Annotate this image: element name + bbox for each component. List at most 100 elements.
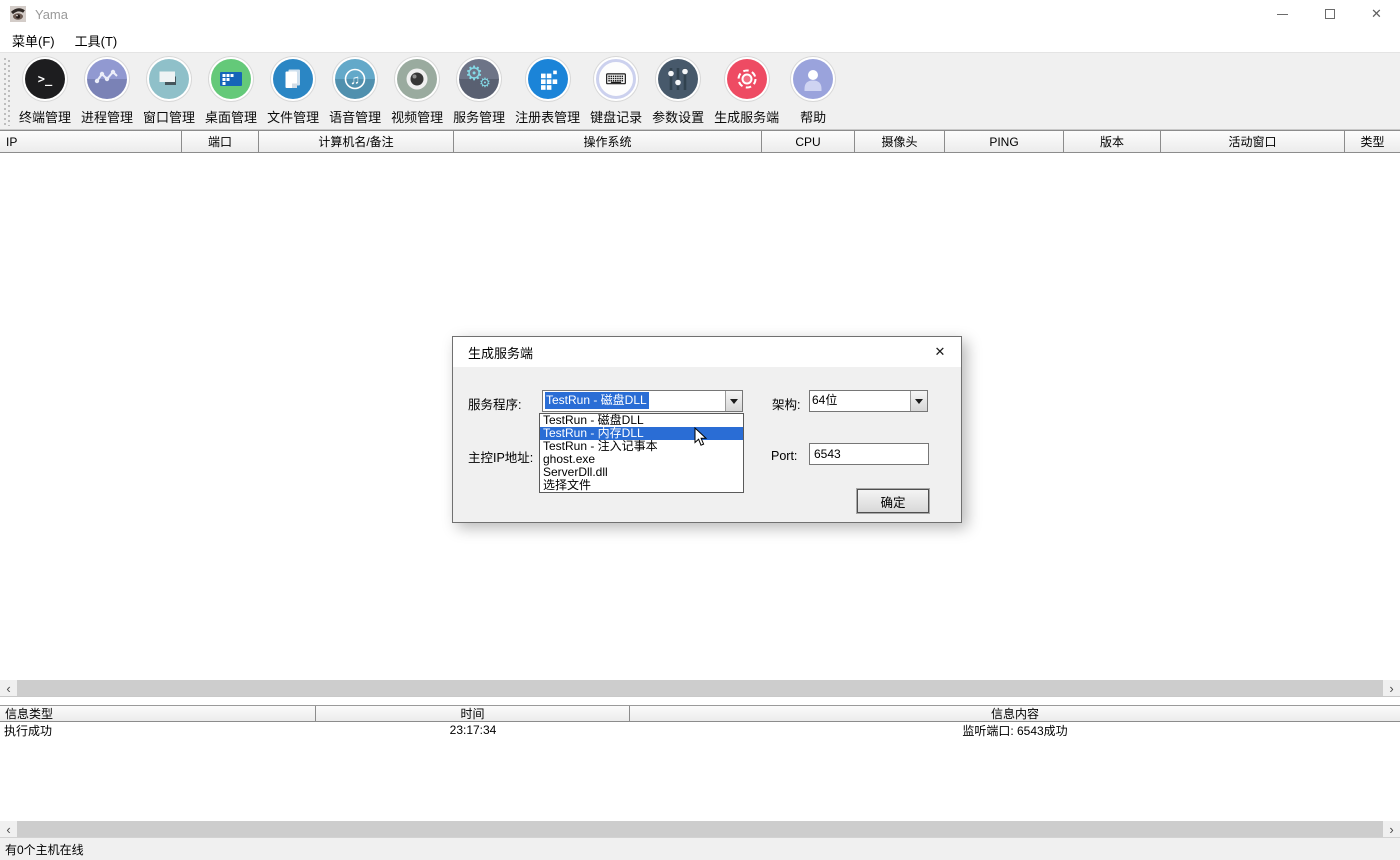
maximize-button[interactable] (1306, 0, 1353, 28)
dropdown-item-selected[interactable]: TestRun - 内存DLL (540, 427, 743, 440)
column-header-active-window[interactable]: 活动窗口 (1161, 131, 1345, 152)
scrollbar-thumb[interactable] (17, 821, 1383, 837)
toolbar-item-video[interactable]: 视频管理 (386, 53, 448, 126)
camera-eye-icon (397, 59, 437, 99)
close-icon: ✕ (935, 344, 946, 360)
chevron-down-icon (730, 399, 738, 404)
column-header-time[interactable]: 时间 (316, 706, 630, 721)
toolbar-item-label: 帮助 (800, 107, 826, 126)
dialog-close-button[interactable]: ✕ (919, 337, 961, 367)
dropdown-item[interactable]: TestRun - 注入记事本 (540, 440, 743, 453)
toolbar-item-label: 语音管理 (329, 107, 381, 126)
column-header-port[interactable]: 端口 (182, 131, 259, 152)
toolbar-item-label: 参数设置 (652, 107, 704, 126)
minimize-icon (1277, 14, 1288, 15)
column-header-computer-name[interactable]: 计算机名/备注 (259, 131, 454, 152)
status-text: 有0个主机在线 (5, 841, 84, 858)
registry-grid-icon (528, 59, 568, 99)
toolbar-item-desktop[interactable]: 桌面管理 (200, 53, 262, 126)
service-program-combobox[interactable]: TestRun - 磁盘DLL (542, 390, 743, 412)
toolbar-gripper-icon[interactable] (4, 58, 10, 126)
column-header-version[interactable]: 版本 (1064, 131, 1161, 152)
mouse-cursor-icon (694, 427, 708, 447)
menubar: 菜单(F) 工具(T) (0, 28, 1400, 52)
menu-item-menu[interactable]: 菜单(F) (2, 28, 65, 53)
top-horizontal-scrollbar: ‹ › (0, 680, 1400, 696)
toolbar-item-window[interactable]: 窗口管理 (138, 53, 200, 126)
port-label: Port: (771, 449, 797, 463)
arch-value: 64位 (812, 393, 837, 407)
toolbar-item-keylogger[interactable]: 键盘记录 (585, 53, 647, 126)
master-ip-label: 主控IP地址: (468, 447, 533, 466)
toolbar-item-label: 生成服务端 (714, 107, 779, 126)
scroll-right-icon[interactable]: › (1383, 821, 1400, 837)
window-icon (149, 59, 189, 99)
pane-splitter[interactable] (0, 696, 1400, 706)
column-header-ping[interactable]: PING (945, 131, 1064, 152)
toolbar-item-label: 视频管理 (391, 107, 443, 126)
toolbar: >_ 终端管理 进程管理 窗口管理 (0, 52, 1400, 130)
toolbar-item-label: 桌面管理 (205, 107, 257, 126)
combo-dropdown-button[interactable] (910, 391, 927, 411)
dropdown-item[interactable]: TestRun - 磁盘DLL (540, 414, 743, 427)
toolbar-item-generate-server[interactable]: 生成服务端 (709, 53, 784, 126)
column-header-camera[interactable]: 摄像头 (855, 131, 945, 152)
dropdown-item[interactable]: 选择文件 (540, 479, 743, 492)
maximize-icon (1325, 9, 1335, 19)
column-header-type[interactable]: 类型 (1345, 131, 1400, 152)
chevron-down-icon (915, 399, 923, 404)
toolbar-item-help[interactable]: 帮助 (784, 53, 842, 126)
service-program-dropdown-list: TestRun - 磁盘DLL TestRun - 内存DLL TestRun … (539, 413, 744, 493)
toolbar-item-label: 服务管理 (453, 107, 505, 126)
activity-graph-icon (87, 59, 127, 99)
toolbar-item-terminal[interactable]: >_ 终端管理 (14, 53, 76, 126)
host-list-header: IP 端口 计算机名/备注 操作系统 CPU 摄像头 PING 版本 活动窗口 … (0, 130, 1400, 153)
toolbar-item-file[interactable]: 文件管理 (262, 53, 324, 126)
scroll-right-icon[interactable]: › (1383, 680, 1400, 696)
close-button[interactable]: ✕ (1353, 0, 1400, 28)
desktop-icon (211, 59, 251, 99)
port-input[interactable] (809, 443, 929, 465)
titlebar: Yama ✕ (0, 0, 1400, 28)
music-note-icon: ♫ (335, 59, 375, 99)
user-icon (793, 59, 833, 99)
app-logo-icon (10, 6, 26, 22)
log-row[interactable]: 执行成功 23:17:34 监听端口: 6543成功 (0, 722, 1400, 738)
arch-combobox[interactable]: 64位 (809, 390, 928, 412)
dropdown-item[interactable]: ghost.exe (540, 453, 743, 466)
gears-icon: ⚙ ⚙ (459, 59, 499, 99)
toolbar-item-settings[interactable]: 参数设置 (647, 53, 709, 126)
toolbar-item-label: 注册表管理 (515, 107, 580, 126)
service-program-label: 服务程序: (468, 394, 521, 413)
target-icon (727, 59, 767, 99)
scrollbar-thumb[interactable] (17, 680, 1383, 696)
scroll-left-icon[interactable]: ‹ (0, 680, 17, 696)
toolbar-item-label: 键盘记录 (590, 107, 642, 126)
combo-dropdown-button[interactable] (725, 391, 742, 411)
terminal-icon: >_ (25, 59, 65, 99)
bottom-horizontal-scrollbar: ‹ › (0, 821, 1400, 837)
statusbar: 有0个主机在线 (0, 837, 1400, 860)
column-header-message-type[interactable]: 信息类型 (0, 706, 316, 721)
scroll-left-icon[interactable]: ‹ (0, 821, 17, 837)
toolbar-item-audio[interactable]: ♫ 语音管理 (324, 53, 386, 126)
toolbar-item-process[interactable]: 进程管理 (76, 53, 138, 126)
dropdown-item[interactable]: ServerDll.dll (540, 466, 743, 479)
log-header: 信息类型 时间 信息内容 (0, 706, 1400, 722)
column-header-ip[interactable]: IP (0, 131, 182, 152)
column-header-cpu[interactable]: CPU (762, 131, 855, 152)
keyboard-icon (596, 59, 636, 99)
toolbar-item-service[interactable]: ⚙ ⚙ 服务管理 (448, 53, 510, 126)
log-cell-time: 23:17:34 (316, 723, 630, 737)
column-header-os[interactable]: 操作系统 (454, 131, 762, 152)
window-title: Yama (35, 7, 68, 22)
toolbar-item-label: 文件管理 (267, 107, 319, 126)
ok-button-label: 确定 (880, 492, 905, 511)
menu-item-tools[interactable]: 工具(T) (65, 28, 128, 53)
file-icon (273, 59, 313, 99)
column-header-message-content[interactable]: 信息内容 (630, 706, 1400, 721)
toolbar-item-registry[interactable]: 注册表管理 (510, 53, 585, 126)
minimize-button[interactable] (1259, 0, 1306, 28)
sliders-icon (658, 59, 698, 99)
ok-button[interactable]: 确定 (857, 489, 929, 513)
